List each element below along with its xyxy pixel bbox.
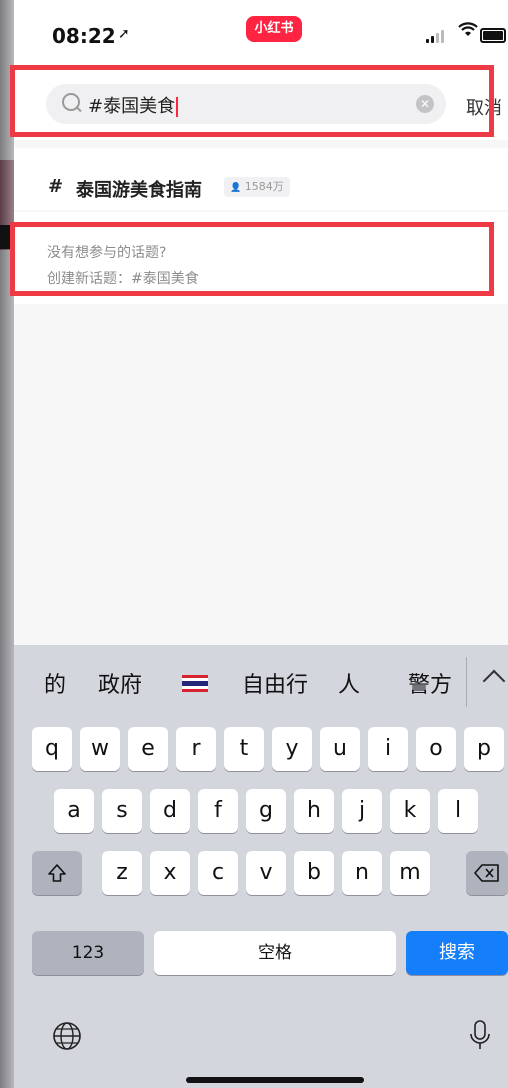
key-v[interactable]: v <box>246 851 286 895</box>
key-t[interactable]: t <box>224 727 264 771</box>
person-icon: 👤 <box>230 183 242 193</box>
backspace-icon <box>474 864 499 882</box>
key-i[interactable]: i <box>368 727 408 771</box>
key-j[interactable]: j <box>342 789 382 833</box>
numbers-key[interactable]: 123 <box>32 931 144 975</box>
key-d[interactable]: d <box>150 789 190 833</box>
key-y[interactable]: y <box>272 727 312 771</box>
topic-suggestion-item[interactable]: # 泰国游美食指南 👤 1584万 <box>14 148 508 210</box>
app-badge: 小红书 <box>246 16 302 42</box>
keyboard: 的 政府 自由行 人 警方 q w e r t y u i o p a s d … <box>14 645 508 1088</box>
key-b[interactable]: b <box>294 851 334 895</box>
key-h[interactable]: h <box>294 789 334 833</box>
shift-key[interactable] <box>32 851 82 895</box>
chevron-up-icon[interactable] <box>482 669 506 693</box>
key-g[interactable]: g <box>246 789 286 833</box>
key-r[interactable]: r <box>176 727 216 771</box>
candidate-bar: 的 政府 自由行 人 警方 <box>14 645 508 723</box>
space-key[interactable]: 空格 <box>154 931 396 975</box>
topic-name: 泰国游美食指南 <box>76 180 202 201</box>
key-x[interactable]: x <box>150 851 190 895</box>
key-p[interactable]: p <box>464 727 504 771</box>
candidate-divider <box>466 657 467 707</box>
key-q[interactable]: q <box>32 727 72 771</box>
candidate-word[interactable]: 政府 <box>98 667 142 699</box>
key-w[interactable]: w <box>80 727 120 771</box>
highlight-box-create-topic <box>10 222 494 296</box>
status-bar: 08:22 ➚ 小红书 <box>14 0 508 62</box>
key-l[interactable]: l <box>438 789 478 833</box>
key-o[interactable]: o <box>416 727 456 771</box>
topic-hash-symbol: # <box>48 176 64 197</box>
key-m[interactable]: m <box>390 851 430 895</box>
topic-view-count: 👤 1584万 <box>224 177 290 197</box>
thailand-flag-emoji[interactable] <box>182 675 208 692</box>
home-indicator[interactable] <box>186 1077 364 1083</box>
backspace-key[interactable] <box>466 851 508 895</box>
search-key[interactable]: 搜索 <box>406 931 508 975</box>
key-k[interactable]: k <box>390 789 430 833</box>
key-s[interactable]: s <box>102 789 142 833</box>
status-time: 08:22 <box>52 24 116 48</box>
key-n[interactable]: n <box>342 851 382 895</box>
signal-icon <box>426 30 444 43</box>
key-f[interactable]: f <box>198 789 238 833</box>
candidate-word[interactable]: 的 <box>44 667 66 699</box>
key-z[interactable]: z <box>102 851 142 895</box>
candidate-word[interactable]: 人 <box>338 667 360 699</box>
key-c[interactable]: c <box>198 851 238 895</box>
key-u[interactable]: u <box>320 727 360 771</box>
key-e[interactable]: e <box>128 727 168 771</box>
location-arrow-icon: ➚ <box>118 26 130 42</box>
shift-icon <box>48 864 66 882</box>
candidate-word[interactable]: 自由行 <box>242 667 308 699</box>
battery-icon <box>480 28 506 43</box>
highlight-box-search <box>10 65 494 137</box>
microphone-icon[interactable] <box>462 1017 498 1053</box>
globe-icon[interactable] <box>52 1021 82 1051</box>
key-a[interactable]: a <box>54 789 94 833</box>
wifi-icon <box>458 22 478 36</box>
candidate-word[interactable]: 警方 <box>408 667 452 699</box>
